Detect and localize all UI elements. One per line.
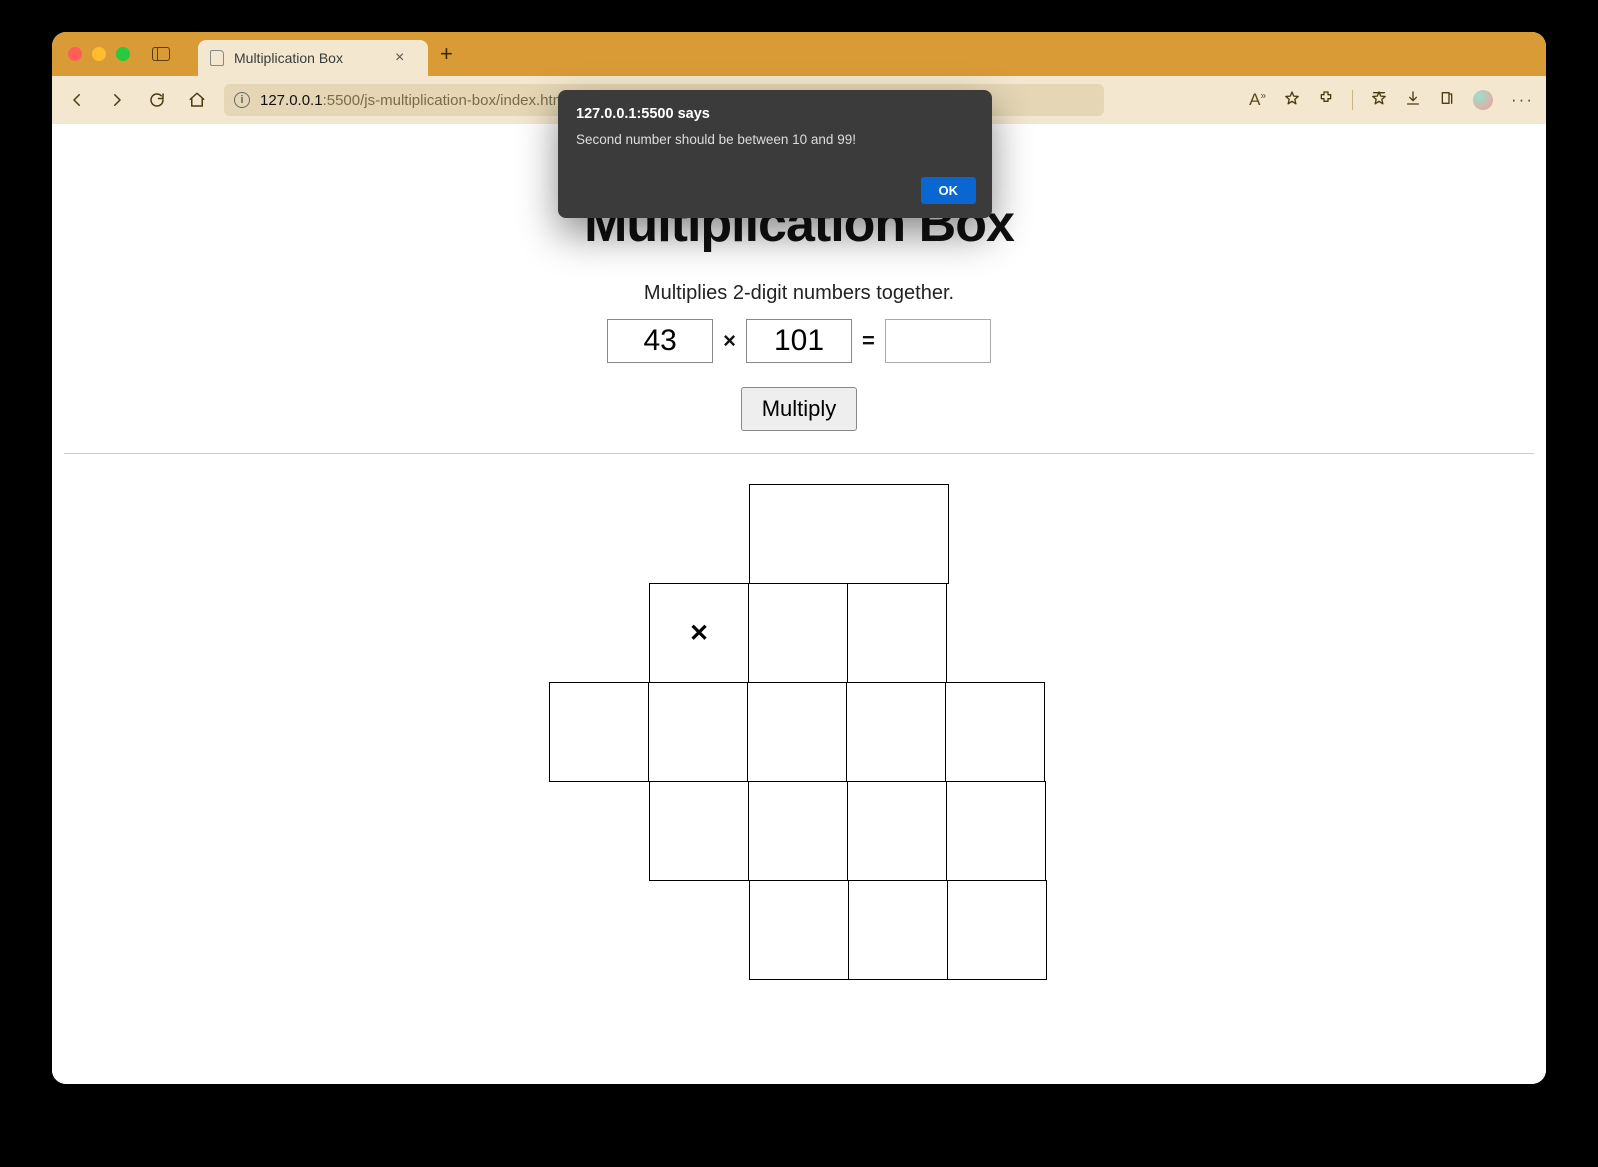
toolbar-separator — [1352, 90, 1353, 110]
maximize-window-button[interactable] — [116, 47, 130, 61]
tab-close-icon[interactable]: × — [395, 49, 404, 67]
sidebar-toggle-icon[interactable] — [152, 47, 170, 61]
window-controls — [68, 47, 130, 61]
grid-cell — [749, 880, 849, 980]
alert-ok-button[interactable]: OK — [921, 177, 977, 204]
page-content: Multiplication Box Multiplies 2-digit nu… — [52, 124, 1546, 1084]
alert-header: 127.0.0.1:5500 says — [576, 106, 974, 122]
alert-message: Second number should be between 10 and 9… — [576, 132, 974, 147]
reload-button[interactable] — [144, 87, 170, 113]
grid-cell — [748, 781, 848, 881]
browser-window: Multiplication Box × + i 127.0.0.1:5500/… — [52, 32, 1546, 1084]
grid-times-cell: ✕ — [649, 583, 749, 683]
home-button[interactable] — [184, 87, 210, 113]
grid-cell — [945, 682, 1045, 782]
collections-icon[interactable] — [1439, 90, 1455, 111]
second-number-input[interactable] — [746, 319, 852, 363]
extensions-icon[interactable] — [1318, 90, 1334, 111]
grid-cell — [648, 682, 748, 782]
downloads-icon[interactable] — [1405, 90, 1421, 111]
first-number-input[interactable] — [607, 319, 713, 363]
grid-cell — [748, 583, 848, 683]
forward-button[interactable] — [104, 87, 130, 113]
profile-avatar[interactable] — [1473, 90, 1493, 110]
favorites-icon[interactable] — [1371, 90, 1387, 111]
page-subtitle: Multiplies 2-digit numbers together. — [52, 282, 1546, 305]
multiplication-grid: ✕ — [549, 484, 1049, 980]
grid-cell — [947, 880, 1047, 980]
calculator-row: × = — [52, 319, 1546, 363]
titlebar: Multiplication Box × + — [52, 32, 1546, 76]
grid-cell — [549, 682, 649, 782]
grid-cell — [846, 682, 946, 782]
minimize-window-button[interactable] — [92, 47, 106, 61]
close-window-button[interactable] — [68, 47, 82, 61]
grid-cell — [848, 880, 948, 980]
multiply-button[interactable]: Multiply — [741, 387, 858, 431]
site-info-icon[interactable]: i — [234, 92, 250, 108]
back-button[interactable] — [64, 87, 90, 113]
new-tab-button[interactable]: + — [440, 41, 453, 67]
grid-cell — [747, 682, 847, 782]
page-icon — [210, 50, 224, 66]
toolbar-right: A» ··· — [1249, 90, 1534, 111]
section-divider — [64, 453, 1534, 454]
grid-cell — [649, 781, 749, 881]
equals-symbol: = — [860, 328, 877, 354]
grid-cell — [847, 583, 947, 683]
read-aloud-icon[interactable]: A» — [1249, 90, 1266, 110]
settings-menu-icon[interactable]: ··· — [1511, 90, 1534, 110]
grid-cell — [946, 781, 1046, 881]
result-output — [885, 319, 991, 363]
grid-cell — [749, 484, 949, 584]
grid-cell — [847, 781, 947, 881]
url-text: 127.0.0.1:5500/js-multiplication-box/ind… — [260, 92, 569, 109]
tab-title: Multiplication Box — [234, 50, 343, 66]
add-favorite-icon[interactable] — [1284, 90, 1300, 111]
times-symbol: × — [721, 328, 738, 354]
browser-tab[interactable]: Multiplication Box × — [198, 40, 428, 76]
js-alert-dialog: 127.0.0.1:5500 says Second number should… — [558, 90, 992, 218]
